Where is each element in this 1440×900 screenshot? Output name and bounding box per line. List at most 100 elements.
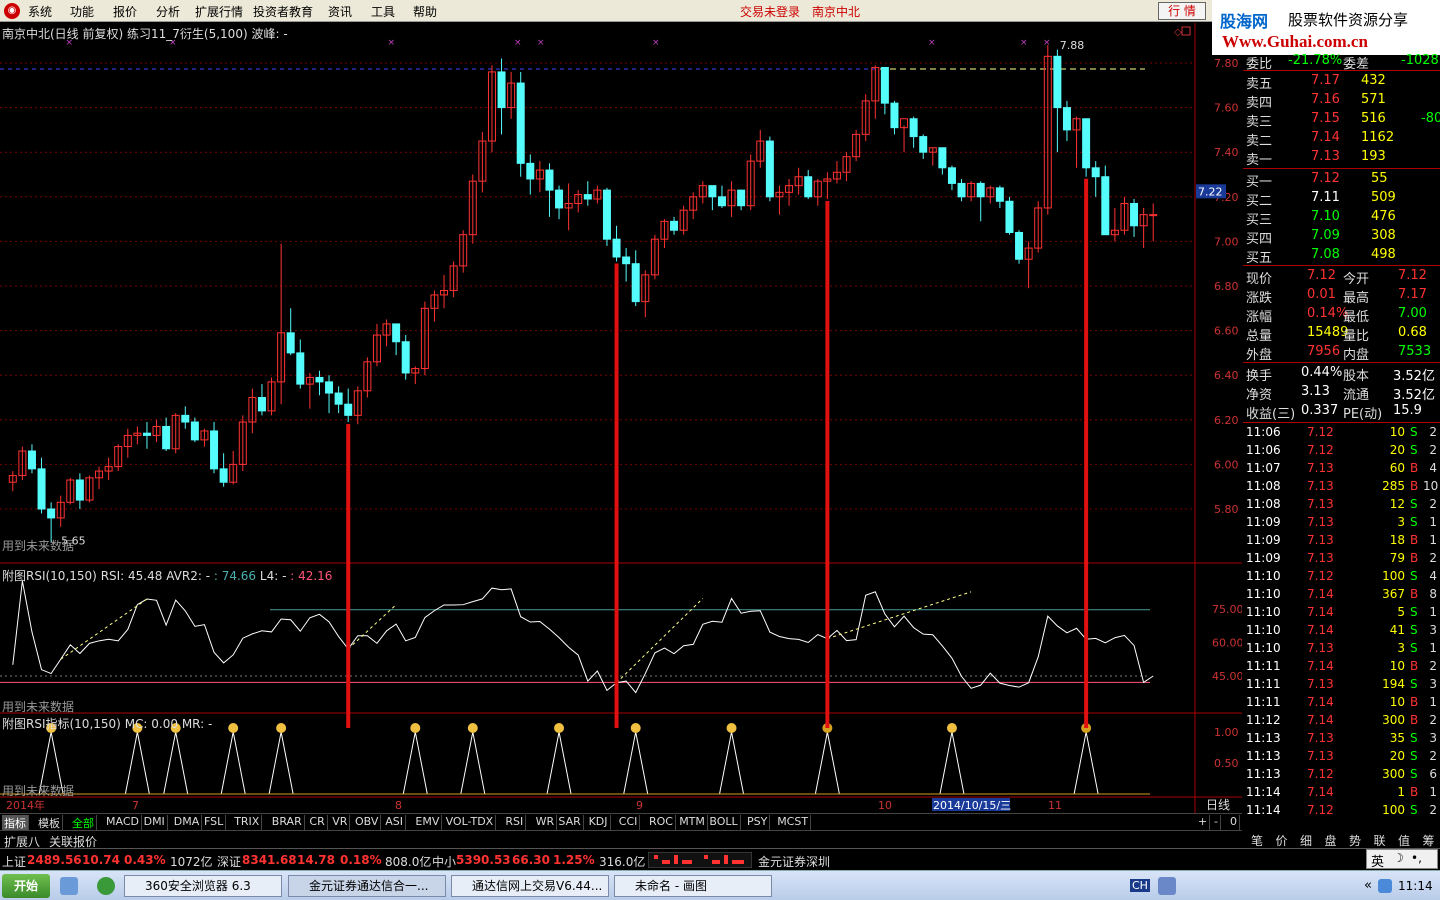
indicator-tab[interactable]: 模板: [36, 815, 63, 830]
indicator-tab[interactable]: TRIX: [232, 815, 263, 830]
candle[interactable]: [1015, 230, 1024, 264]
candle[interactable]: [1053, 49, 1062, 153]
candle[interactable]: [487, 65, 496, 153]
ime-toolbar[interactable]: 英 ☽ •,: [1366, 849, 1438, 870]
candle[interactable]: [832, 161, 841, 184]
quote-tab[interactable]: 联: [1374, 832, 1386, 849]
candle[interactable]: [631, 250, 640, 307]
candle[interactable]: [1139, 207, 1148, 249]
candle[interactable]: [401, 335, 410, 380]
candle[interactable]: [813, 178, 822, 206]
candle[interactable]: [142, 422, 151, 449]
candle[interactable]: [717, 185, 726, 208]
candle[interactable]: [765, 136, 774, 202]
candle[interactable]: [1082, 118, 1091, 177]
candle[interactable]: [305, 372, 314, 409]
quote-tab[interactable]: 笔: [1251, 832, 1263, 849]
candle[interactable]: [37, 457, 46, 514]
candle[interactable]: [679, 205, 688, 235]
candle[interactable]: [353, 386, 362, 425]
indicator-tab[interactable]: BRAR: [270, 815, 305, 830]
candle[interactable]: [181, 406, 190, 429]
menu-news[interactable]: 资讯: [328, 3, 352, 20]
candle[interactable]: [286, 308, 295, 356]
candle[interactable]: [229, 451, 238, 485]
candle[interactable]: [535, 161, 544, 193]
quote-tab[interactable]: 值: [1398, 832, 1410, 849]
candle[interactable]: [794, 167, 803, 195]
menu-analysis[interactable]: 分析: [156, 3, 180, 20]
candle[interactable]: [622, 248, 631, 282]
candle[interactable]: [392, 323, 401, 356]
candle[interactable]: [564, 183, 573, 231]
candle[interactable]: [852, 129, 861, 162]
candle[interactable]: [190, 417, 199, 443]
indicator-tab[interactable]: RSI: [503, 815, 527, 830]
task-360-browser[interactable]: 360安全浏览器 6.3: [124, 875, 282, 897]
candle[interactable]: [27, 444, 36, 474]
quote-tab[interactable]: 价: [1276, 832, 1288, 849]
candle[interactable]: [123, 428, 132, 458]
candle[interactable]: [468, 174, 477, 244]
candle[interactable]: [583, 181, 592, 206]
candle[interactable]: [967, 181, 976, 202]
candle[interactable]: [75, 473, 84, 509]
candle[interactable]: [947, 165, 956, 191]
candle[interactable]: [871, 65, 880, 119]
candle[interactable]: [162, 417, 171, 452]
bid-row[interactable]: 买二 7.11 509: [1243, 189, 1440, 209]
candle[interactable]: [737, 189, 746, 211]
tray-keyboard-icon[interactable]: [1158, 877, 1176, 895]
chart-area[interactable]: 7.80 7.60 7.40 7.20 7.00 6.80 6.60 6.40 6.20 6.00…: [0, 23, 1242, 813]
candle[interactable]: [1072, 116, 1081, 168]
candle[interactable]: [1091, 161, 1100, 197]
candle[interactable]: [612, 225, 621, 262]
menu-system[interactable]: 系统: [28, 3, 52, 20]
tab-control-button[interactable]: -: [1212, 815, 1221, 830]
menu-quote[interactable]: 报价: [113, 3, 137, 20]
candle[interactable]: [880, 66, 889, 115]
candle[interactable]: [526, 154, 535, 195]
candle[interactable]: [727, 181, 736, 217]
candle[interactable]: [995, 185, 1004, 208]
candle[interactable]: [555, 185, 564, 220]
candle[interactable]: [938, 147, 947, 175]
candle[interactable]: [919, 134, 928, 159]
indicator-tab[interactable]: CCI: [617, 815, 641, 830]
quote-tab[interactable]: 筹: [1423, 832, 1435, 849]
candle[interactable]: [18, 446, 27, 481]
candle[interactable]: [440, 274, 449, 309]
indicator-tab[interactable]: VOL-TDX: [444, 815, 497, 830]
indicator-tab[interactable]: FSL: [202, 815, 227, 830]
bid-row[interactable]: 买三 7.10 476: [1243, 208, 1440, 228]
tray-expand-icon[interactable]: «: [1364, 878, 1372, 893]
candle[interactable]: [449, 261, 458, 298]
quicklaunch-app-icon[interactable]: [60, 877, 78, 895]
indicator-tab[interactable]: KDJ: [587, 815, 611, 830]
indicator-tab[interactable]: MACD: [104, 815, 142, 830]
candle[interactable]: [238, 415, 247, 472]
candle[interactable]: [200, 428, 209, 447]
task-paint[interactable]: 未命名 - 画图: [614, 875, 772, 897]
candle[interactable]: [1043, 45, 1052, 215]
menu-tools[interactable]: 工具: [371, 3, 395, 20]
candle[interactable]: [85, 475, 94, 503]
candle[interactable]: [689, 192, 698, 220]
candle[interactable]: [1130, 199, 1139, 237]
indicator-tab[interactable]: EMV: [413, 815, 443, 830]
ask-row[interactable]: 卖五 7.17 432: [1243, 72, 1440, 92]
candle[interactable]: [823, 172, 832, 200]
candle[interactable]: [775, 185, 784, 215]
tray-ch[interactable]: CH: [1130, 879, 1150, 892]
indicator-tab[interactable]: SAR: [556, 815, 584, 830]
candle[interactable]: [66, 477, 75, 505]
menu-extended-market[interactable]: 扩展行情: [195, 3, 243, 20]
quote-tab[interactable]: 细: [1300, 832, 1312, 849]
ime-lang[interactable]: 英: [1371, 851, 1384, 870]
candle[interactable]: [986, 185, 995, 204]
trade-login-status[interactable]: 交易未登录: [740, 3, 800, 20]
candle[interactable]: [133, 426, 142, 445]
ask-row[interactable]: 卖二 7.14 1162: [1243, 129, 1440, 149]
candle[interactable]: [976, 181, 985, 222]
candle[interactable]: [56, 495, 65, 527]
